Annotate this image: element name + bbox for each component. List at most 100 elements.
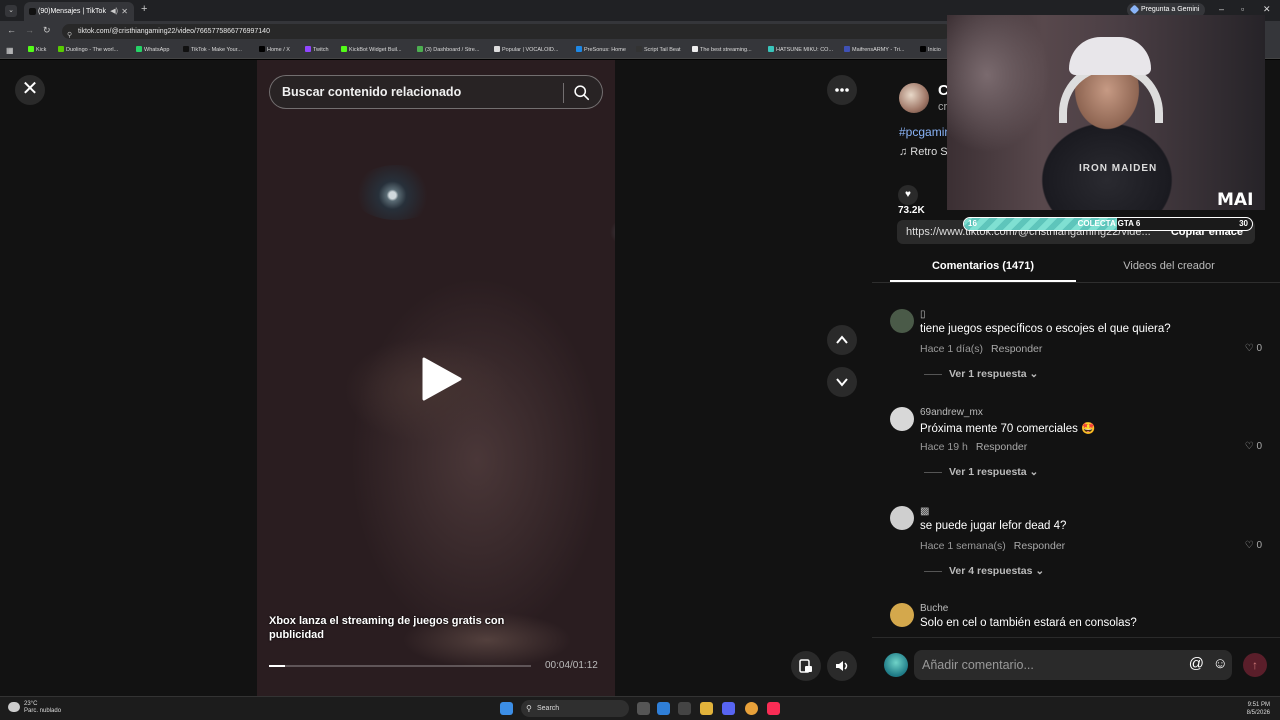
- back-icon[interactable]: ←: [7, 25, 16, 35]
- view-replies-label: Ver 4 respuestas: [949, 565, 1033, 577]
- tab-comments[interactable]: Comentarios (1471): [890, 260, 1076, 272]
- commenter-avatar[interactable]: [890, 407, 914, 431]
- tiktok-favicon-icon: [29, 8, 36, 15]
- creator-handle[interactable]: cr: [938, 101, 947, 113]
- commenter-avatar[interactable]: [890, 603, 914, 627]
- tab-creator-videos[interactable]: Videos del creador: [1076, 260, 1262, 272]
- chevron-down-icon: ⌄: [1032, 565, 1045, 577]
- goal-label: COLECTA GTA 6: [1077, 219, 1141, 228]
- bookmark-item[interactable]: Script Tail Beat: [636, 46, 681, 53]
- bookmark-item[interactable]: (3) Dashboard / Stre...: [417, 46, 479, 53]
- weather-widget[interactable]: 23°C Parc. nublado: [8, 701, 61, 715]
- bookmark-item[interactable]: Kick: [28, 46, 46, 53]
- url-field[interactable]: ⚲ tiktok.com/@cristhiangaming22/video/76…: [62, 24, 952, 39]
- bookmark-label: (3) Dashboard / Stre...: [425, 47, 480, 53]
- speaker-icon[interactable]: ◀): [110, 7, 118, 15]
- close-video-button[interactable]: ✕: [15, 75, 45, 105]
- more-dots-icon: [835, 88, 849, 92]
- video-caption: Xbox lanza el streaming de juegos gratis…: [269, 615, 505, 641]
- cap-shape: [1069, 37, 1151, 75]
- bookmark-item[interactable]: Inicio: [920, 46, 941, 53]
- shirt-text: IRON MAIDEN: [1079, 163, 1158, 174]
- reply-button[interactable]: Responder: [976, 441, 1027, 453]
- chevron-down-icon: ⌄: [1026, 466, 1039, 478]
- task-view-icon[interactable]: [637, 702, 650, 715]
- bookmark-item[interactable]: PreSonus: Home: [576, 46, 626, 53]
- bookmark-item[interactable]: TikTok - Make Your...: [183, 46, 242, 53]
- volume-button[interactable]: [827, 651, 857, 681]
- video-time: 00:04/01:12: [545, 660, 598, 671]
- bookmark-item[interactable]: The best streaming...: [692, 46, 752, 53]
- miniplayer-button[interactable]: [791, 651, 821, 681]
- view-replies-button[interactable]: Ver 1 respuesta ⌄: [924, 368, 1038, 380]
- bookmark-item[interactable]: Twitch: [305, 46, 329, 53]
- play-icon[interactable]: [418, 356, 464, 402]
- comment-text: Próxima mente 70 comerciales 🤩: [920, 423, 1096, 435]
- bookmark-item[interactable]: Home / X: [259, 46, 290, 53]
- commenter-name[interactable]: Buche: [920, 603, 948, 614]
- app-icon[interactable]: [678, 702, 691, 715]
- previous-video-button[interactable]: [827, 325, 857, 355]
- new-tab-button[interactable]: +: [141, 3, 147, 15]
- commenter-name[interactable]: ▯: [920, 309, 926, 320]
- commenter-avatar[interactable]: [890, 309, 914, 333]
- more-options-button[interactable]: [827, 75, 857, 105]
- music-app-icon[interactable]: [767, 702, 780, 715]
- forward-icon[interactable]: →: [25, 25, 34, 35]
- close-tab-icon[interactable]: ✕: [121, 7, 128, 16]
- maximize-button[interactable]: ▫: [1241, 4, 1244, 14]
- like-button[interactable]: ♥73.2K: [898, 185, 938, 216]
- bookmark-item[interactable]: WhatsApp: [136, 46, 169, 53]
- search-icon[interactable]: [573, 84, 590, 101]
- edge-icon[interactable]: [657, 702, 670, 715]
- comment-like-button[interactable]: ♡ 0: [1245, 540, 1262, 551]
- bookmark-label: Duolingo - The worl...: [66, 47, 119, 53]
- mention-icon[interactable]: @: [1189, 655, 1204, 672]
- clock-date: 8/5/2026: [1246, 710, 1270, 716]
- browser-tab-tiktok[interactable]: (90)Mensajes | TikTok ◀) ✕: [24, 2, 134, 21]
- user-avatar[interactable]: [884, 653, 908, 677]
- bookmark-favicon-icon: [692, 46, 698, 52]
- bookmark-label: HATSUNE MIKU: CO...: [776, 47, 834, 53]
- bookmark-item[interactable]: HATSUNE MIKU: CO...: [768, 46, 833, 53]
- donation-goal-bar: COLECTA GTA 6 16 30: [963, 217, 1253, 231]
- comment-input[interactable]: Añadir comentario... @ ☺: [914, 650, 1232, 680]
- start-icon[interactable]: [500, 702, 513, 715]
- reply-button[interactable]: Responder: [1014, 540, 1065, 552]
- view-replies-button[interactable]: Ver 1 respuesta ⌄: [924, 466, 1038, 478]
- file-explorer-icon[interactable]: [700, 702, 713, 715]
- bookmark-favicon-icon: [183, 46, 189, 52]
- minimize-button[interactable]: –: [1219, 4, 1224, 14]
- chrome-icon[interactable]: [745, 702, 758, 715]
- bookmark-item[interactable]: Popular | VOCALOID...: [494, 46, 558, 53]
- view-replies-button[interactable]: Ver 4 respuestas ⌄: [924, 565, 1044, 577]
- related-search-bar[interactable]: Buscar contenido relacionado: [269, 75, 603, 109]
- taskbar-search[interactable]: ⚲ Search: [521, 700, 629, 717]
- emoji-icon[interactable]: ☺: [1213, 655, 1228, 672]
- commenter-name[interactable]: ▩: [920, 506, 929, 517]
- discord-icon[interactable]: [722, 702, 735, 715]
- comment-like-button[interactable]: ♡ 0: [1245, 343, 1262, 354]
- heart-icon: ♥: [898, 185, 918, 205]
- creator-avatar[interactable]: [899, 83, 929, 113]
- related-search-input[interactable]: Buscar contenido relacionado: [282, 85, 461, 99]
- bookmark-item[interactable]: MaifrensARMY - Tri...: [844, 46, 904, 53]
- reload-icon[interactable]: ↻: [43, 25, 51, 36]
- bookmark-item[interactable]: Duolingo - The worl...: [58, 46, 118, 53]
- comment-like-button[interactable]: ♡ 0: [1245, 441, 1262, 452]
- reply-button[interactable]: Responder: [991, 343, 1042, 355]
- music-link[interactable]: ♫ Retro S: [899, 146, 948, 158]
- next-video-button[interactable]: [827, 367, 857, 397]
- hashtag-link[interactable]: #pcgamin: [899, 125, 951, 139]
- commenter-name[interactable]: 69andrew_mx: [920, 407, 983, 418]
- tab-search-icon[interactable]: ⌄: [5, 5, 17, 17]
- commenter-avatar[interactable]: [890, 506, 914, 530]
- bookmark-item[interactable]: KickBot Widget Buil...: [341, 46, 402, 53]
- taskbar-clock[interactable]: 9:51 PM 8/5/2026: [1247, 701, 1270, 717]
- send-comment-button[interactable]: ↑: [1243, 653, 1267, 677]
- video-progress-bar[interactable]: [269, 665, 531, 667]
- apps-grid-icon[interactable]: ▦: [6, 46, 14, 55]
- bookmark-label: WhatsApp: [144, 47, 170, 53]
- bookmark-favicon-icon: [305, 46, 311, 52]
- close-window-button[interactable]: ✕: [1263, 4, 1271, 15]
